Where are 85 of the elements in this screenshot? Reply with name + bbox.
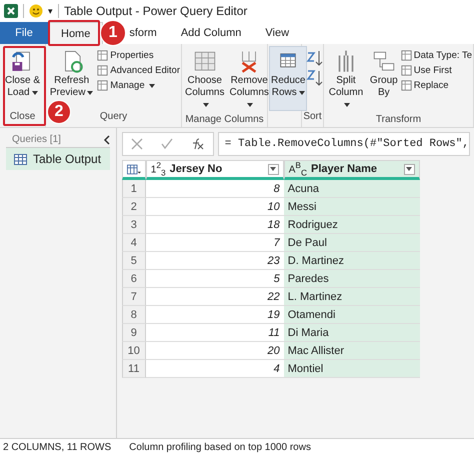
ribbon-button[interactable]: Replace: [400, 80, 472, 91]
table-cell: 18: [146, 216, 284, 234]
quick-access-button[interactable]: ▾: [48, 6, 53, 16]
table-cell: 23: [146, 252, 284, 270]
function-icon[interactable]: [190, 138, 204, 150]
table-icon: [97, 65, 108, 76]
collapse-icon[interactable]: [102, 134, 110, 144]
formula-field[interactable]: = Table.RemoveColumns(#"Sorted Rows",: [218, 132, 470, 156]
ribbon-button[interactable]: Group By: [368, 46, 400, 102]
ribbon-button[interactable]: Advanced Editor: [97, 65, 180, 76]
table-cell: 4: [146, 360, 284, 378]
ribbon-button[interactable]: Refresh Preview: [47, 46, 96, 102]
spreadsheet-app-icon: [4, 4, 18, 18]
table-cell: Montiel: [284, 360, 420, 378]
table-cell: Mac Allister: [284, 342, 420, 360]
table-icon: [400, 50, 412, 61]
table-cell: 19: [146, 306, 284, 324]
table-cell: 7: [146, 234, 284, 252]
check-icon[interactable]: [160, 138, 173, 150]
group-label: Close: [8, 111, 36, 124]
ribbon-tab[interactable]: View: [253, 22, 302, 44]
highlight-frame: [48, 20, 100, 46]
ribbon-button[interactable]: Use First: [400, 65, 472, 76]
group-label: Manage Columns: [184, 114, 265, 127]
ribbon-button[interactable]: Close & Load: [1, 46, 44, 102]
table-cell: 11: [146, 324, 284, 342]
table-cell: D. Martinez: [284, 252, 420, 270]
caret-icon: [270, 167, 276, 171]
column-name: Player Name: [311, 163, 378, 175]
table-cell: 10: [146, 198, 284, 216]
table-cell: 20: [146, 342, 284, 360]
table-cell: Otamendi: [284, 306, 420, 324]
row-number: 4: [122, 234, 146, 252]
ribbon-button[interactable]: Split Column: [325, 46, 367, 114]
row-number: 1: [122, 180, 146, 198]
ribbon-button[interactable]: Choose Columns: [183, 46, 226, 114]
row-number: 2: [122, 198, 146, 216]
column-header[interactable]: 1$^{2}$$_{3}$ Jersey No: [146, 160, 284, 180]
ribbon-tab[interactable]: Home: [48, 22, 104, 44]
window-title: Table Output - Power Query Editor: [64, 4, 248, 18]
row-number: 8: [122, 306, 146, 324]
smiley-icon[interactable]: [29, 4, 43, 18]
table-cell: Acuna: [284, 180, 420, 198]
table-cell: 8: [146, 180, 284, 198]
status-text: Column profiling based on top 1000 rows: [129, 442, 311, 453]
group-label: Sort: [302, 111, 323, 124]
queries-header: Queries [1]: [12, 134, 61, 145]
status-text: 2 COLUMNS, 11 ROWS: [3, 442, 112, 453]
caret-icon: [406, 167, 412, 171]
ribbon-button[interactable]: Manage: [97, 80, 180, 91]
table-icon: [14, 154, 27, 164]
row-number: 6: [122, 270, 146, 288]
filter-dropdown[interactable]: [268, 164, 279, 174]
file-tab[interactable]: File: [0, 22, 48, 44]
table-cell: 22: [146, 288, 284, 306]
table-icon: [400, 80, 412, 91]
group-label: Query: [98, 111, 128, 124]
column-header[interactable]: A$^{B}$$_{C}$ Player Name: [284, 160, 420, 180]
query-name: Table Output: [33, 152, 102, 166]
table-cell: Rodriguez: [284, 216, 420, 234]
row-number: 11: [122, 360, 146, 378]
table-cell: Di Maria: [284, 324, 420, 342]
table-icon: [400, 65, 412, 76]
ribbon-button[interactable]: Reduce Rows: [269, 46, 308, 111]
row-number: 5: [122, 252, 146, 270]
ribbon-tab[interactable]: sform: [127, 22, 169, 44]
ribbon-button[interactable]: Remove Columns: [227, 46, 271, 114]
row-number: 7: [122, 288, 146, 306]
table-cell: De Paul: [284, 234, 420, 252]
row-number: 10: [122, 342, 146, 360]
group-label: Transform: [374, 114, 422, 127]
row-number: 3: [122, 216, 146, 234]
table-icon: [97, 80, 108, 91]
table-cell: Messi: [284, 198, 420, 216]
filter-dropdown[interactable]: [404, 164, 415, 174]
query-item[interactable]: Table Output: [6, 148, 110, 170]
table-cell: 5: [146, 270, 284, 288]
table-menu-icon[interactable]: [126, 164, 141, 174]
ribbon-tab[interactable]: Add Column: [168, 22, 254, 44]
table-cell: L. Martinez: [284, 288, 420, 306]
ribbon-button[interactable]: Data Type: Te: [400, 50, 472, 61]
ribbon-button[interactable]: Properties: [97, 50, 180, 61]
table-cell: Paredes: [284, 270, 420, 288]
row-number: 9: [122, 324, 146, 342]
column-name: Jersey No: [170, 163, 224, 175]
